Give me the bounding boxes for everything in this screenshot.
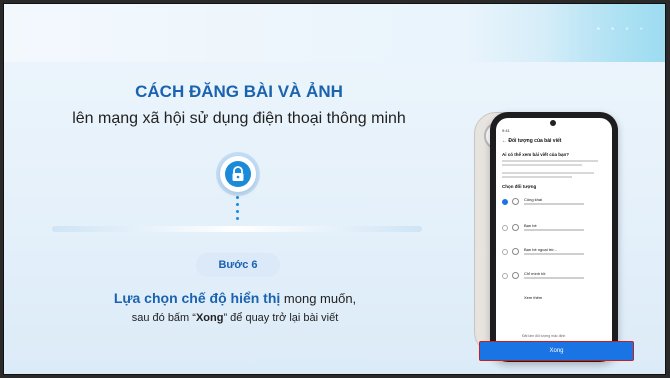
instruction-line-1: Lựa chọn chế độ hiển thị mong muốn, xyxy=(0,290,470,306)
friends-icon xyxy=(512,224,519,231)
help-text-line xyxy=(502,164,582,166)
friends-except-icon xyxy=(512,248,519,255)
done-button[interactable]: Xong xyxy=(479,341,634,361)
slide-title: CÁCH ĐĂNG BÀI VÀ ẢNH xyxy=(135,82,343,101)
default-audience-checkbox[interactable]: Đặt làm đối tượng mặc định xyxy=(522,334,565,338)
option-label: Chỉ mình tôi xyxy=(524,271,546,276)
slide-subtitle: lên mạng xã hội sử dụng điện thoại thông… xyxy=(72,110,406,127)
status-time: 9:41 xyxy=(502,128,510,133)
option-label: Bạn bè xyxy=(524,223,537,228)
option-desc xyxy=(524,253,584,255)
option-desc xyxy=(524,203,584,205)
option-only-me[interactable]: Chỉ mình tôi xyxy=(502,270,606,284)
instruction-highlight: Lựa chọn chế độ hiển thị xyxy=(113,290,281,306)
option-friends-except[interactable]: Bạn bè ngoại trừ... xyxy=(502,246,606,260)
step-connector xyxy=(236,196,240,224)
audience-header-title: Đối tượng của bài viết xyxy=(508,138,562,144)
step-badge: Bước 6 xyxy=(196,253,280,277)
option-desc xyxy=(524,229,584,231)
front-camera xyxy=(550,120,556,126)
back-arrow-icon[interactable]: ← xyxy=(502,138,507,144)
lock-icon xyxy=(225,161,251,187)
option-friends[interactable]: Bạn bè xyxy=(502,222,606,236)
option-public[interactable]: Công khai xyxy=(502,196,606,210)
progress-track xyxy=(52,226,422,232)
instruction-rest: mong muốn, xyxy=(280,291,357,306)
help-text-line xyxy=(502,176,572,178)
instruction-line-2: sau đó bấm “Xong” để quay trở lại bài vi… xyxy=(0,312,470,324)
option-desc xyxy=(524,277,584,279)
option-label: Bạn bè ngoại trừ... xyxy=(524,247,558,252)
header-band: • • • • xyxy=(4,4,665,62)
see-more-link[interactable]: Xem thêm xyxy=(524,295,542,300)
help-text-line xyxy=(502,172,594,174)
instruction2-bold: Xong xyxy=(195,312,224,324)
radio[interactable] xyxy=(502,273,508,279)
radio[interactable] xyxy=(502,249,508,255)
lock-icon-badge xyxy=(220,156,256,192)
audience-question: Ai có thể xem bài viết của bạn? xyxy=(502,152,570,157)
instruction2-suffix: ” để quay trở lại bài viết xyxy=(223,312,339,324)
help-text-line xyxy=(502,160,598,162)
option-label: Công khai xyxy=(524,197,543,202)
instruction2-prefix: sau đó bấm “ xyxy=(131,312,196,324)
radio[interactable] xyxy=(502,225,508,231)
lock-small-icon xyxy=(512,272,519,279)
decorative-dots: • • • • xyxy=(596,24,647,35)
radio-selected[interactable] xyxy=(502,199,508,205)
section-label: Chọn đối tượng xyxy=(502,184,537,189)
globe-icon xyxy=(512,198,519,205)
audience-header: ← Đối tượng của bài viết xyxy=(502,138,561,144)
